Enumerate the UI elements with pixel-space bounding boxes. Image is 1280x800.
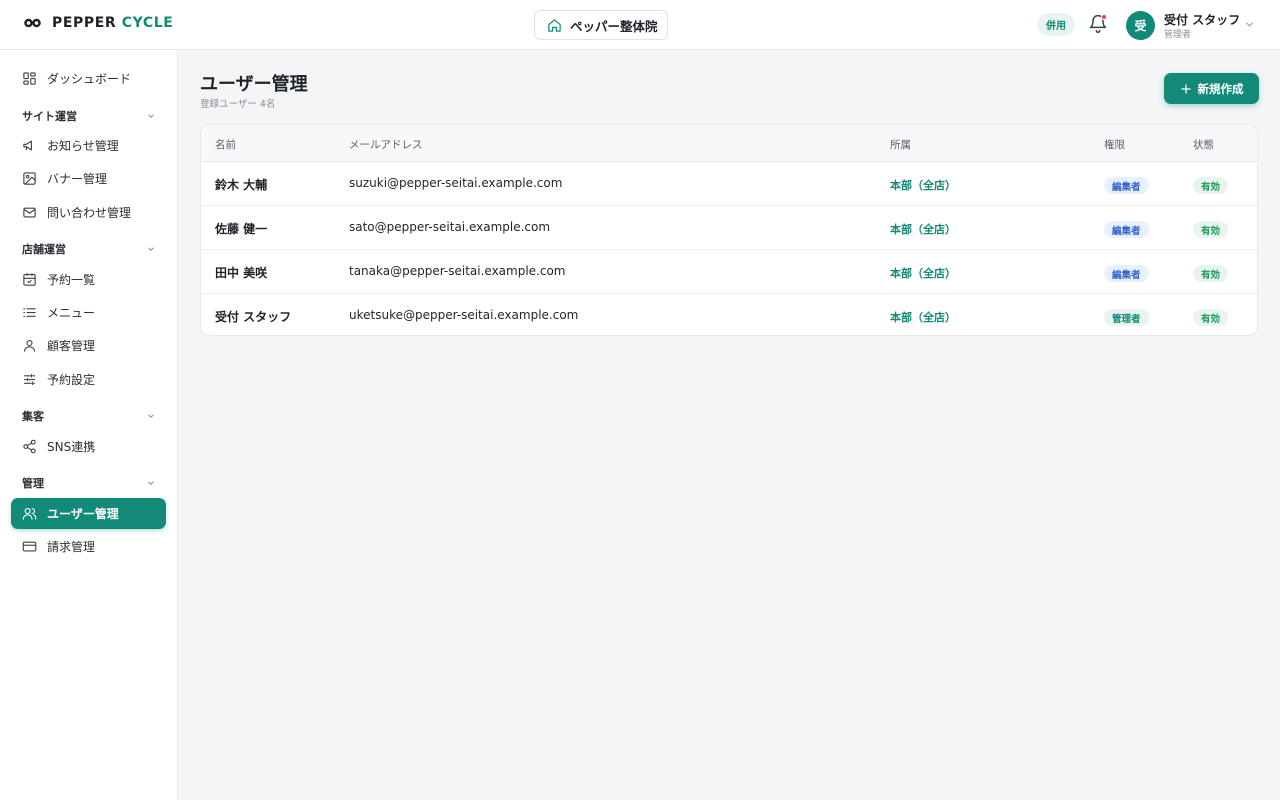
column-header-status: 状態 bbox=[1193, 139, 1214, 151]
user-role: 管理者 bbox=[1164, 30, 1192, 40]
sidebar-item-label: SNS連携 bbox=[47, 440, 96, 454]
chevron-down-icon bbox=[148, 414, 154, 418]
column-header-email: メールアドレス bbox=[349, 139, 423, 151]
user-name-cell: 受付 スタッフ bbox=[215, 310, 292, 324]
image-icon bbox=[23, 172, 36, 185]
sidebar-item-label: 問い合わせ管理 bbox=[47, 206, 132, 220]
home-icon bbox=[548, 18, 561, 32]
role-badge: 編集者 bbox=[1104, 265, 1149, 282]
sidebar-item-customers[interactable]: 顧客管理 bbox=[11, 330, 166, 361]
role-badge: 編集者 bbox=[1104, 177, 1149, 194]
user-email-cell: tanaka@pepper-seitai.example.com bbox=[349, 264, 566, 278]
logo-accent: CYCLE bbox=[121, 15, 174, 31]
users-table: 名前 メールアドレス 所属 権限 状態 鈴木 大輔 suzuki@pepper-… bbox=[200, 124, 1258, 336]
share-icon bbox=[23, 439, 36, 454]
sidebar-item-label: 予約設定 bbox=[47, 373, 96, 387]
sidebar-group-label: サイト運営 bbox=[22, 110, 77, 123]
sidebar-item-banner[interactable]: バナー管理 bbox=[11, 163, 166, 194]
table-row[interactable]: 受付 スタッフ uketsuke@pepper-seitai.example.c… bbox=[201, 294, 1257, 335]
column-header-store: 所属 bbox=[890, 139, 911, 151]
status-badge: 有効 bbox=[1193, 177, 1229, 194]
status-badge: 有効 bbox=[1193, 221, 1229, 238]
user-email-cell: suzuki@pepper-seitai.example.com bbox=[349, 176, 563, 190]
credit-card-icon bbox=[22, 541, 37, 552]
table-header: 名前 メールアドレス 所属 権限 状態 bbox=[201, 125, 1257, 162]
logo-infinity-icon bbox=[24, 18, 41, 28]
sidebar-item-sns[interactable]: SNS連携 bbox=[11, 431, 166, 462]
notification-button[interactable] bbox=[1088, 14, 1108, 34]
role-badge: 編集者 bbox=[1104, 221, 1149, 238]
logo[interactable]: PEPPER CYCLE bbox=[24, 15, 173, 31]
chevron-down-icon bbox=[148, 114, 154, 118]
user-email-cell: uketsuke@pepper-seitai.example.com bbox=[349, 308, 579, 322]
sidebar-item-label: 請求管理 bbox=[47, 540, 96, 554]
sidebar: ダッシュボード サイト運営 お知らせ管理 バナー管理 問い合わせ管理 店舗運営 … bbox=[0, 50, 178, 800]
sidebar-item-label: メニュー bbox=[47, 306, 96, 320]
user-avatar[interactable]: 受 bbox=[1126, 11, 1155, 40]
role-badge: 管理者 bbox=[1104, 309, 1149, 326]
sidebar-item-label: バナー管理 bbox=[47, 172, 108, 186]
create-user-button[interactable]: 新規作成 bbox=[1164, 73, 1259, 104]
status-badge: 有効 bbox=[1193, 265, 1229, 282]
sidebar-item-label: お知らせ管理 bbox=[47, 139, 119, 153]
sidebar-item-label: 予約一覧 bbox=[47, 273, 96, 287]
logo-main: PEPPER bbox=[52, 15, 117, 31]
table-row[interactable]: 佐藤 健一 sato@pepper-seitai.example.com 本部（… bbox=[201, 206, 1257, 250]
column-header-name: 名前 bbox=[215, 139, 236, 151]
sidebar-group-label: 管理 bbox=[22, 477, 44, 490]
plus-icon bbox=[1180, 83, 1191, 94]
sidebar-item-users[interactable]: ユーザー管理 bbox=[11, 498, 166, 529]
users-icon bbox=[22, 507, 37, 520]
sidebar-group-marketing[interactable]: 集客 bbox=[22, 407, 156, 425]
chevron-down-icon bbox=[148, 247, 154, 251]
notification-dot bbox=[1101, 14, 1107, 20]
column-header-role: 権限 bbox=[1104, 139, 1125, 151]
top-header: PEPPER CYCLE ペッパー整体院 併用 受 受付 スタッフ 管理者 bbox=[0, 0, 1280, 50]
mail-icon bbox=[23, 207, 36, 218]
sidebar-group-store[interactable]: 店舗運営 bbox=[22, 240, 156, 258]
create-user-label: 新規作成 bbox=[1197, 81, 1244, 96]
dashboard-icon bbox=[23, 72, 36, 85]
sidebar-item-inquiry[interactable]: 問い合わせ管理 bbox=[11, 197, 166, 228]
sidebar-item-billing[interactable]: 請求管理 bbox=[11, 531, 166, 562]
user-icon bbox=[23, 339, 36, 352]
chevron-down-icon bbox=[148, 481, 154, 485]
mode-badge: 併用 bbox=[1037, 13, 1075, 36]
sidebar-item-menu[interactable]: メニュー bbox=[11, 297, 166, 328]
table-row[interactable]: 田中 美咲 tanaka@pepper-seitai.example.com 本… bbox=[201, 250, 1257, 294]
user-name-cell: 鈴木 大輔 bbox=[215, 178, 268, 192]
sidebar-group-label: 店舗運営 bbox=[22, 243, 66, 256]
user-store-cell: 本部（全店） bbox=[890, 223, 956, 236]
sidebar-item-reservations[interactable]: 予約一覧 bbox=[11, 264, 166, 295]
sidebar-group-label: 集客 bbox=[22, 410, 44, 423]
sidebar-item-news[interactable]: お知らせ管理 bbox=[11, 130, 166, 161]
sliders-icon bbox=[23, 373, 36, 386]
sidebar-item-label: 顧客管理 bbox=[47, 339, 96, 353]
shop-name: ペッパー整体院 bbox=[570, 18, 658, 34]
megaphone-icon bbox=[23, 140, 32, 151]
shop-selector[interactable]: ペッパー整体院 bbox=[534, 10, 668, 40]
status-badge: 有効 bbox=[1193, 309, 1229, 326]
sidebar-group-admin[interactable]: 管理 bbox=[22, 474, 156, 492]
user-store-cell: 本部（全店） bbox=[890, 267, 956, 280]
user-name-cell: 田中 美咲 bbox=[215, 266, 268, 280]
user-email-cell: sato@pepper-seitai.example.com bbox=[349, 220, 551, 234]
user-count: 登録ユーザー 4名 bbox=[200, 99, 276, 110]
sidebar-group-site[interactable]: サイト運営 bbox=[22, 107, 156, 125]
chevron-down-icon[interactable] bbox=[1244, 19, 1255, 30]
sidebar-item-label: ダッシュボード bbox=[47, 72, 132, 86]
logo-text: PEPPER CYCLE bbox=[52, 15, 173, 31]
user-name-cell: 佐藤 健一 bbox=[215, 222, 268, 236]
list-icon bbox=[23, 308, 36, 317]
sidebar-item-reservation-settings[interactable]: 予約設定 bbox=[11, 364, 166, 395]
user-name[interactable]: 受付 スタッフ bbox=[1164, 11, 1240, 28]
table-row[interactable]: 鈴木 大輔 suzuki@pepper-seitai.example.com 本… bbox=[201, 162, 1257, 206]
user-store-cell: 本部（全店） bbox=[890, 311, 956, 324]
sidebar-item-label: ユーザー管理 bbox=[47, 507, 119, 521]
sidebar-item-dashboard[interactable]: ダッシュボード bbox=[11, 63, 166, 94]
page-title: ユーザー管理 bbox=[200, 74, 308, 95]
calendar-check-icon bbox=[23, 273, 36, 286]
user-store-cell: 本部（全店） bbox=[890, 179, 956, 192]
